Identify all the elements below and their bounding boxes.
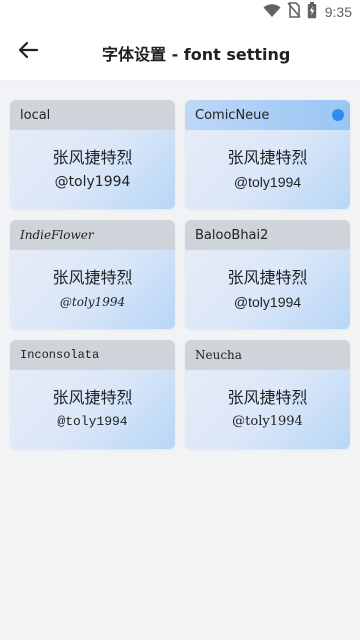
font-name: IndieFlower bbox=[20, 228, 94, 242]
wifi-icon bbox=[263, 3, 281, 22]
sample-chinese-text: 张风捷特烈 bbox=[52, 388, 133, 407]
status-time: 9:35 bbox=[324, 4, 352, 20]
font-preview: 张风捷特烈 @toly1994 bbox=[10, 370, 175, 449]
font-preview: 张风捷特烈 @toly1994 bbox=[185, 250, 350, 329]
sample-handle-text: @toly1994 bbox=[54, 174, 131, 190]
sample-chinese-text: 张风捷特烈 bbox=[52, 268, 133, 287]
font-card-neucha[interactable]: Neucha 张风捷特烈 @toly1994 bbox=[185, 340, 350, 449]
sample-handle-text: @toly1994 bbox=[233, 294, 302, 310]
font-card-header: local bbox=[10, 100, 175, 130]
sample-handle-text: @toly1994 bbox=[233, 174, 302, 190]
sample-handle-text: @toly1994 bbox=[59, 295, 126, 309]
font-grid: local 张风捷特烈 @toly1994 ComicNeue 张风捷特烈 @t… bbox=[10, 100, 350, 449]
font-preview: 张风捷特烈 @toly1994 bbox=[10, 250, 175, 329]
font-card-header: BalooBhai2 bbox=[185, 220, 350, 250]
font-card-inconsolata[interactable]: Inconsolata 张风捷特烈 @toly1994 bbox=[10, 340, 175, 449]
back-button[interactable] bbox=[14, 38, 42, 66]
page-title: 字体设置 - font setting bbox=[102, 45, 291, 64]
font-name: Neucha bbox=[195, 348, 242, 362]
app-bar: 字体设置 - font setting bbox=[0, 24, 360, 81]
status-bar: 9:35 bbox=[0, 0, 360, 24]
sample-chinese-text: 张风捷特烈 bbox=[227, 268, 308, 287]
font-card-local[interactable]: local 张风捷特烈 @toly1994 bbox=[10, 100, 175, 209]
no-sim-icon bbox=[287, 2, 301, 22]
font-name: Inconsolata bbox=[20, 348, 100, 362]
font-card-header: Inconsolata bbox=[10, 340, 175, 370]
font-card-header: IndieFlower bbox=[10, 220, 175, 250]
font-card-header: Neucha bbox=[185, 340, 350, 370]
font-card-baloobhai2[interactable]: BalooBhai2 张风捷特烈 @toly1994 bbox=[185, 220, 350, 329]
sample-chinese-text: 张风捷特烈 bbox=[227, 148, 308, 167]
battery-charging-icon bbox=[307, 1, 317, 23]
font-card-indieflower[interactable]: IndieFlower 张风捷特烈 @toly1994 bbox=[10, 220, 175, 329]
font-preview: 张风捷特烈 @toly1994 bbox=[185, 370, 350, 449]
font-name: BalooBhai2 bbox=[195, 227, 269, 243]
font-card-comicneue[interactable]: ComicNeue 张风捷特烈 @toly1994 bbox=[185, 100, 350, 209]
status-icons: 9:35 bbox=[263, 0, 352, 24]
font-preview: 张风捷特烈 @toly1994 bbox=[185, 130, 350, 209]
font-card-header: ComicNeue bbox=[185, 100, 350, 130]
font-name: ComicNeue bbox=[195, 107, 270, 123]
sample-chinese-text: 张风捷特烈 bbox=[52, 148, 133, 167]
arrow-left-icon bbox=[17, 39, 39, 65]
font-name: local bbox=[20, 107, 51, 123]
sample-handle-text: @toly1994 bbox=[57, 414, 128, 429]
sample-chinese-text: 张风捷特烈 bbox=[227, 388, 308, 407]
sample-handle-text: @toly1994 bbox=[232, 414, 303, 429]
selected-indicator bbox=[332, 109, 344, 121]
font-preview: 张风捷特烈 @toly1994 bbox=[10, 130, 175, 209]
